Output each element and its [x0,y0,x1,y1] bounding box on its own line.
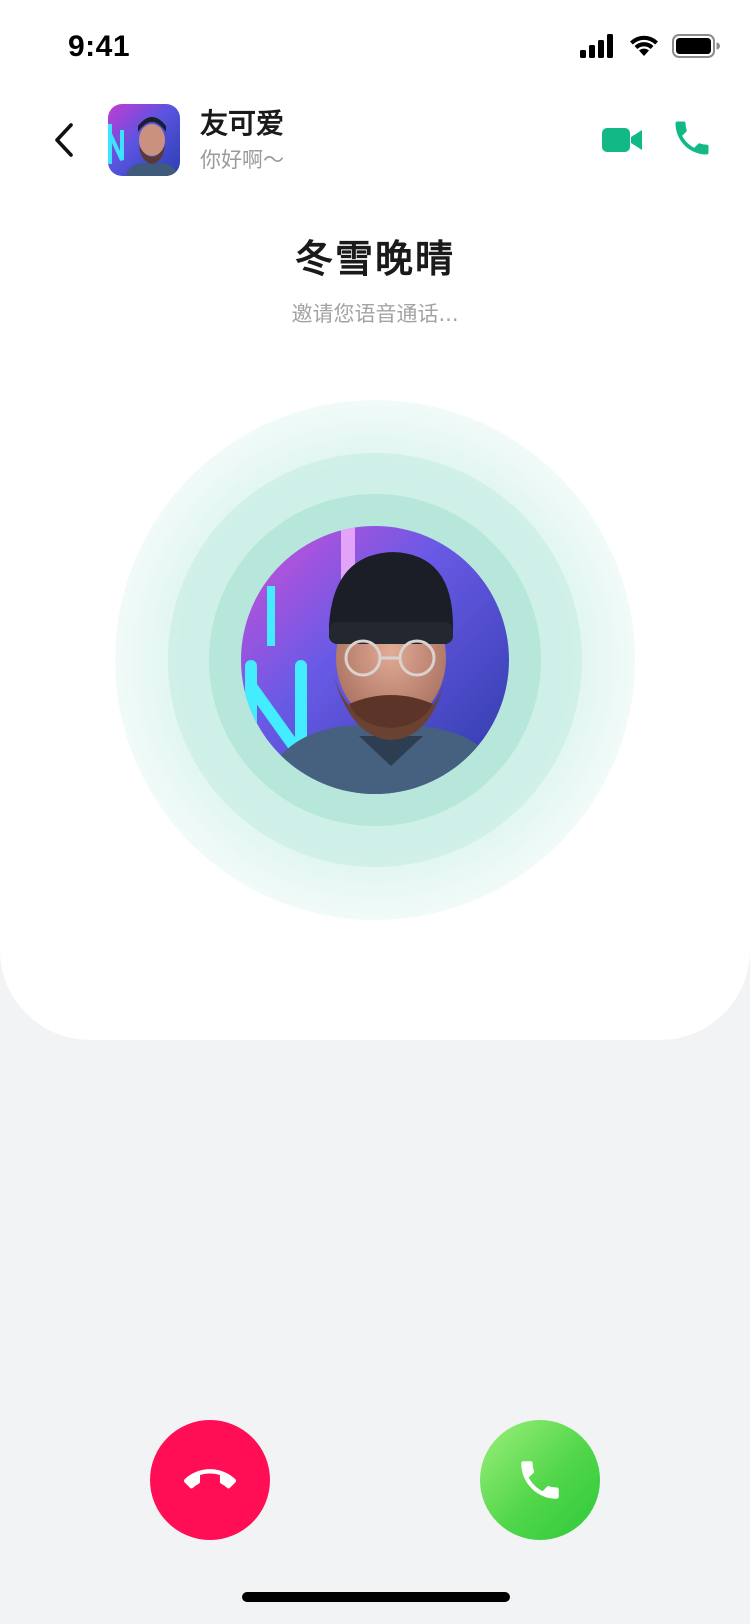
back-button[interactable] [44,114,84,166]
chevron-left-icon [55,123,73,157]
contact-name: 友可爱 [200,107,285,140]
caller-name: 冬雪晚晴 [294,237,455,281]
contact-avatar[interactable] [108,104,180,176]
video-call-button[interactable] [600,118,644,162]
wifi-icon [630,35,658,56]
status-bar: 9:41 [0,0,750,90]
battery-icon [672,34,720,58]
accept-call-button[interactable] [480,1420,600,1540]
decline-call-button[interactable] [150,1420,270,1540]
signal-icon [580,34,613,58]
call-card: 9:41 友可爱 你好啊～ 冬雪晚晴 邀请您语音通话... [0,0,750,1040]
hang-up-icon [184,1469,236,1489]
contact-status: 你好啊～ [200,148,284,172]
call-status-text: 邀请您语音通话... [291,302,459,326]
video-camera-icon [602,128,642,152]
phone-icon [521,1461,559,1499]
chat-header: 友可爱 你好啊～ [0,96,750,184]
status-time: 9:41 [68,30,131,63]
incoming-call-screen: 9:41 友可爱 你好啊～ 冬雪晚晴 邀请您语音通话... [0,0,750,1624]
status-icons [580,32,720,60]
home-indicator[interactable] [242,1592,510,1602]
caller-avatar [241,526,509,794]
voice-call-button[interactable] [670,116,714,160]
phone-icon [675,121,709,155]
